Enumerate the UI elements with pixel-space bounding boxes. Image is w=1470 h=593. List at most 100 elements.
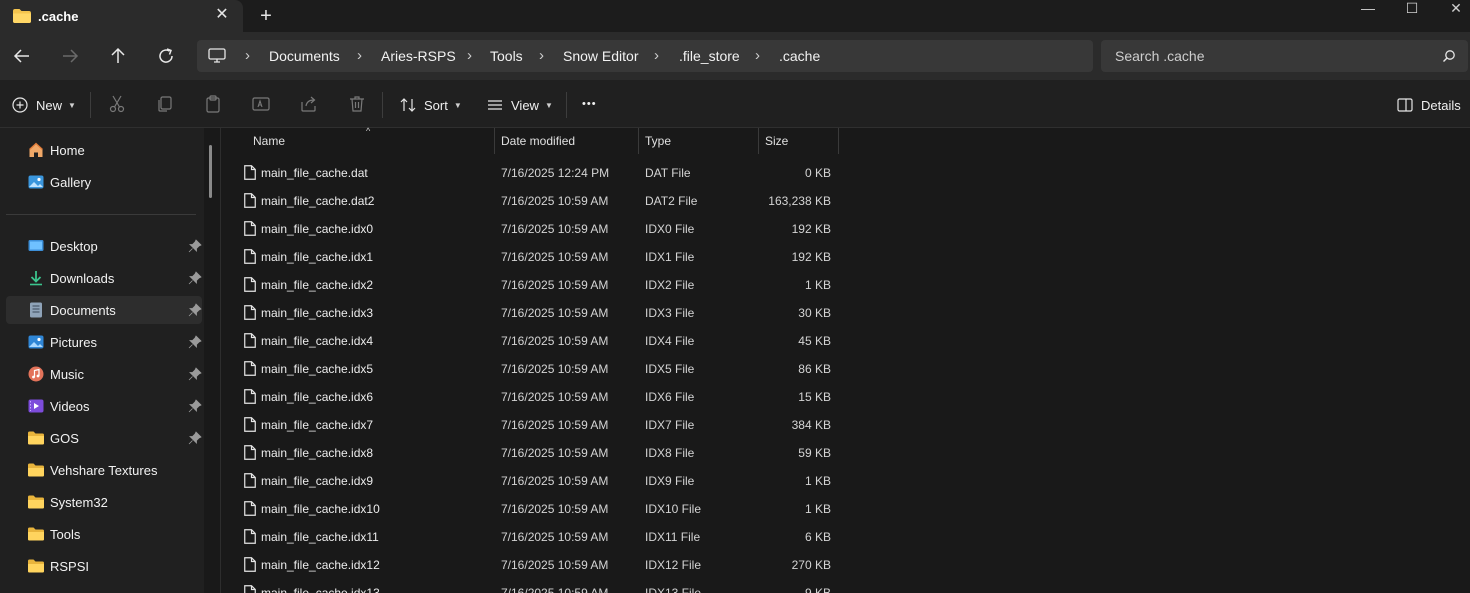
sidebar-item-vehshare-textures[interactable]: Vehshare Textures bbox=[6, 456, 202, 484]
sidebar-item-downloads[interactable]: Downloads bbox=[6, 264, 202, 292]
column-header-date[interactable]: Date modified bbox=[495, 128, 638, 154]
table-row[interactable]: main_file_cache.idx12 7/16/2025 10:59 AM I… bbox=[221, 550, 841, 578]
close-tab-icon[interactable]: ✕ bbox=[214, 6, 230, 24]
breadcrumb-documents[interactable]: Documents bbox=[269, 48, 340, 64]
view-button[interactable]: View ▼ bbox=[487, 94, 553, 116]
file-type: IDX12 File bbox=[645, 558, 702, 572]
cut-icon[interactable] bbox=[107, 94, 127, 114]
pin-icon[interactable] bbox=[188, 399, 202, 413]
table-row[interactable]: main_file_cache.idx1 7/16/2025 10:59 AM ID… bbox=[221, 242, 841, 270]
sidebar-item-music[interactable]: Music bbox=[6, 360, 202, 388]
column-header-label: Date modified bbox=[501, 134, 576, 148]
table-row[interactable]: main_file_cache.idx9 7/16/2025 10:59 AM ID… bbox=[221, 466, 841, 494]
breadcrumb-separator-icon[interactable]: › bbox=[539, 47, 544, 64]
table-row[interactable]: main_file_cache.idx0 7/16/2025 10:59 AM ID… bbox=[221, 214, 841, 242]
share-icon[interactable] bbox=[299, 94, 319, 114]
column-header-size[interactable]: Size bbox=[759, 128, 838, 154]
breadcrumb-aries-rsps[interactable]: Aries-RSPS bbox=[381, 48, 456, 64]
column-header-name[interactable]: ^ Name bbox=[221, 126, 494, 154]
breadcrumb-separator-icon[interactable]: › bbox=[755, 47, 760, 64]
sidebar-item-pictures[interactable]: Pictures bbox=[6, 328, 202, 356]
details-pane-button[interactable]: Details bbox=[1397, 94, 1461, 116]
plus-circle-icon bbox=[12, 97, 28, 113]
table-row[interactable]: main_file_cache.dat2 7/16/2025 10:59 AM DA… bbox=[221, 186, 841, 214]
breadcrumb-separator-icon[interactable]: › bbox=[467, 47, 472, 64]
sidebar-item-rspsi[interactable]: RSPSI bbox=[6, 552, 202, 580]
file-date-modified: 7/16/2025 10:59 AM bbox=[501, 222, 609, 236]
pin-icon[interactable] bbox=[188, 303, 202, 317]
sidebar-item-tools[interactable]: Tools bbox=[6, 520, 202, 548]
table-row[interactable]: main_file_cache.idx11 7/16/2025 10:59 AM I… bbox=[221, 522, 841, 550]
new-tab-button[interactable]: + bbox=[256, 5, 276, 27]
sidebar-item-gos[interactable]: GOS bbox=[6, 424, 202, 452]
search-box[interactable]: Search .cache bbox=[1101, 40, 1468, 72]
refresh-icon[interactable] bbox=[154, 44, 178, 68]
table-row[interactable]: main_file_cache.idx13 7/16/2025 10:59 AM I… bbox=[221, 578, 841, 593]
rename-icon[interactable] bbox=[251, 94, 271, 114]
file-size: 15 KB bbox=[798, 390, 831, 404]
new-button[interactable]: New ▼ bbox=[12, 94, 76, 116]
delete-icon[interactable] bbox=[347, 94, 367, 114]
column-header-type[interactable]: Type bbox=[639, 128, 758, 154]
file-icon bbox=[244, 389, 256, 404]
file-icon bbox=[244, 165, 256, 180]
sidebar-scrollbar[interactable] bbox=[209, 145, 212, 198]
sort-button[interactable]: Sort ▼ bbox=[400, 94, 462, 116]
minimize-button[interactable]: — bbox=[1358, 0, 1378, 16]
table-row[interactable]: main_file_cache.idx2 7/16/2025 10:59 AM ID… bbox=[221, 270, 841, 298]
chevron-down-icon: ▼ bbox=[453, 100, 462, 110]
address-bar[interactable]: › Documents › Aries-RSPS › Tools › Snow … bbox=[197, 40, 1093, 72]
maximize-button[interactable]: ☐ bbox=[1402, 0, 1422, 16]
search-input[interactable]: Search .cache bbox=[1115, 48, 1205, 64]
breadcrumb-separator-icon[interactable]: › bbox=[654, 47, 659, 64]
pin-icon[interactable] bbox=[188, 335, 202, 349]
breadcrumb-tools[interactable]: Tools bbox=[490, 48, 523, 64]
up-arrow-icon[interactable] bbox=[106, 44, 130, 68]
table-row[interactable]: main_file_cache.idx4 7/16/2025 10:59 AM ID… bbox=[221, 326, 841, 354]
pin-icon[interactable] bbox=[188, 239, 202, 253]
breadcrumb-snow-editor[interactable]: Snow Editor bbox=[563, 48, 638, 64]
sidebar-item-home[interactable]: Home bbox=[6, 136, 202, 164]
table-row[interactable]: main_file_cache.idx7 7/16/2025 10:59 AM ID… bbox=[221, 410, 841, 438]
table-row[interactable]: main_file_cache.idx5 7/16/2025 10:59 AM ID… bbox=[221, 354, 841, 382]
sidebar-item-gallery[interactable]: Gallery bbox=[6, 168, 202, 196]
sidebar-item-system32[interactable]: System32 bbox=[6, 488, 202, 516]
pin-icon[interactable] bbox=[188, 271, 202, 285]
folder-icon bbox=[28, 431, 44, 445]
file-name: main_file_cache.idx9 bbox=[261, 474, 374, 488]
file-type: IDX8 File bbox=[645, 446, 695, 460]
table-row[interactable]: main_file_cache.idx8 7/16/2025 10:59 AM ID… bbox=[221, 438, 841, 466]
table-row[interactable]: main_file_cache.idx10 7/16/2025 10:59 AM I… bbox=[221, 494, 841, 522]
this-pc-icon[interactable] bbox=[208, 48, 226, 64]
file-icon bbox=[244, 249, 256, 264]
file-type: IDX3 File bbox=[645, 306, 695, 320]
tab-cache[interactable]: .cache ✕ bbox=[0, 0, 243, 32]
videos-icon bbox=[28, 399, 44, 413]
copy-icon[interactable] bbox=[155, 94, 175, 114]
sidebar-item-videos[interactable]: Videos bbox=[6, 392, 202, 420]
breadcrumb-cache[interactable]: .cache bbox=[779, 48, 820, 64]
file-size: 59 KB bbox=[798, 446, 831, 460]
search-icon[interactable] bbox=[1442, 49, 1456, 63]
sidebar-item-label: Music bbox=[50, 367, 84, 382]
file-date-modified: 7/16/2025 10:59 AM bbox=[501, 418, 609, 432]
more-options-button[interactable]: ••• bbox=[582, 93, 597, 115]
paste-icon[interactable] bbox=[203, 94, 223, 114]
pin-icon[interactable] bbox=[188, 367, 202, 381]
sidebar-item-documents[interactable]: Documents bbox=[6, 296, 202, 324]
pin-icon[interactable] bbox=[188, 431, 202, 445]
table-row[interactable]: main_file_cache.idx3 7/16/2025 10:59 AM ID… bbox=[221, 298, 841, 326]
sidebar-item-desktop[interactable]: Desktop bbox=[6, 232, 202, 260]
table-row[interactable]: main_file_cache.idx6 7/16/2025 10:59 AM ID… bbox=[221, 382, 841, 410]
breadcrumb-separator-icon[interactable]: › bbox=[357, 47, 362, 64]
breadcrumb-separator-icon[interactable]: › bbox=[245, 47, 250, 64]
table-row[interactable]: main_file_cache.dat 7/16/2025 12:24 PM DAT… bbox=[221, 158, 841, 186]
forward-arrow-icon[interactable] bbox=[58, 44, 82, 68]
close-window-button[interactable]: ✕ bbox=[1446, 0, 1466, 16]
back-arrow-icon[interactable] bbox=[10, 44, 34, 68]
breadcrumb-file-store[interactable]: .file_store bbox=[679, 48, 740, 64]
file-size: 384 KB bbox=[791, 418, 831, 432]
music-icon bbox=[28, 366, 44, 382]
column-divider[interactable] bbox=[838, 128, 839, 154]
address-row: › Documents › Aries-RSPS › Tools › Snow … bbox=[0, 32, 1470, 80]
